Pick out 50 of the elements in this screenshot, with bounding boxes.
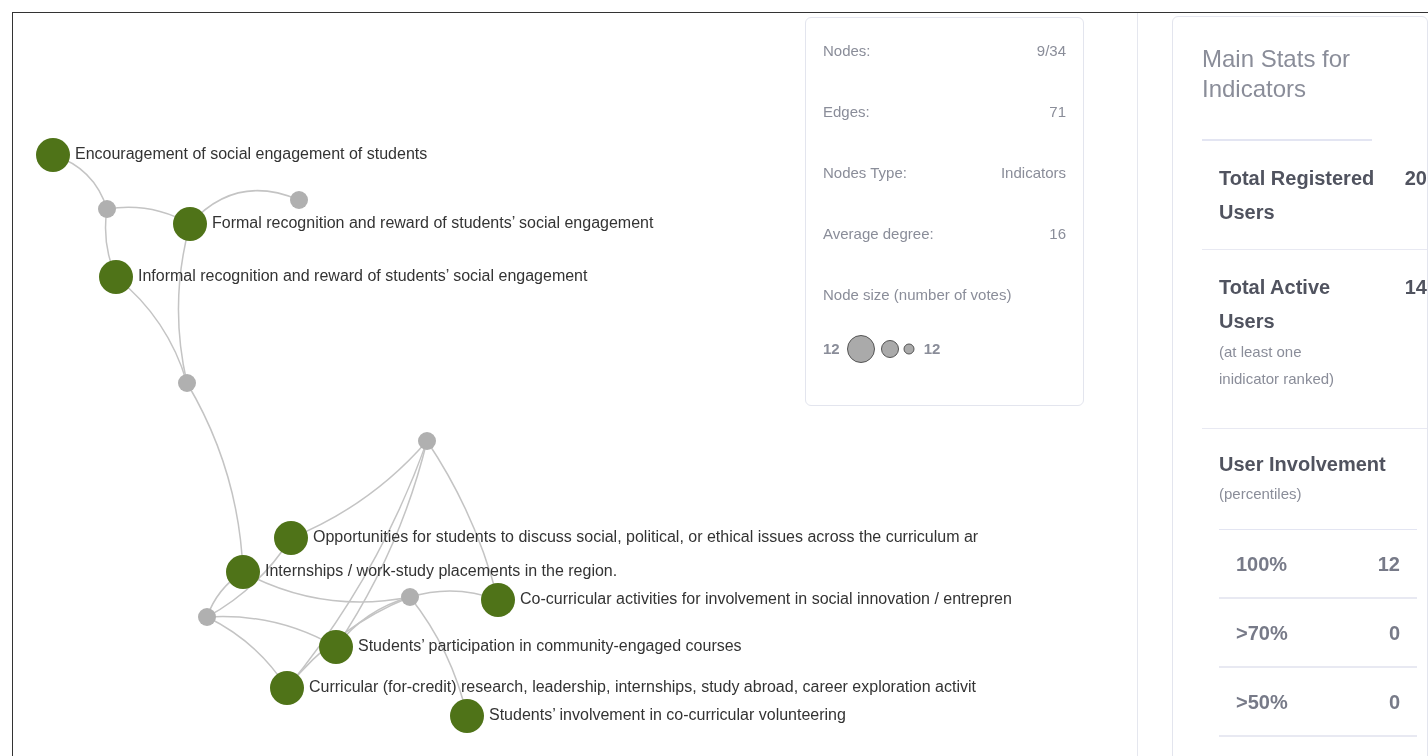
percentile-label: 100%: [1236, 551, 1288, 577]
legend-min: 12: [823, 338, 840, 359]
percentile-label: >70%: [1236, 620, 1288, 646]
info-label: Nodes Type:: [823, 163, 907, 183]
node-label: Encouragement of social engagement of students: [75, 145, 428, 163]
percentile-value: 0: [1388, 620, 1400, 646]
info-value: 9/34: [1036, 41, 1066, 61]
graph-node[interactable]: [274, 521, 308, 555]
percentile-value: 0: [1388, 689, 1400, 715]
info-value: 71: [1049, 102, 1066, 122]
graph-node[interactable]: [450, 699, 484, 733]
junction-node: [98, 200, 116, 218]
node-label: Students’ participation in community-engaged courses: [358, 637, 742, 655]
legend-max: 12: [923, 338, 941, 359]
graph-node[interactable]: [36, 138, 70, 172]
stat-label: Total Registered Users: [1219, 166, 1376, 225]
info-value: 16: [1049, 224, 1066, 244]
graph-node[interactable]: [270, 671, 304, 705]
junction-node: [418, 432, 436, 450]
stat-label: Total Active Users: [1219, 275, 1332, 334]
graph-node[interactable]: [226, 555, 260, 589]
info-value: Indicators: [1000, 163, 1066, 183]
panel-title: Main Stats for Indicators: [1202, 44, 1372, 141]
graph-node[interactable]: [173, 207, 207, 241]
node-label: Informal recognition and reward of students’ social engagement: [138, 267, 588, 285]
junction-node: [178, 374, 196, 392]
node-label: Formal recognition and reward of students’ social engagement: [212, 214, 654, 232]
stat-note: (at least one inidicator ranked): [1219, 342, 1336, 389]
section-title: User Involvement: [1219, 452, 1386, 477]
node-label: Co-curricular activities for involvement in social innovation / entrepren: [520, 590, 1012, 608]
node-label: Opportunities for students to discuss social, political, or ethical issues across the curriculum ar: [313, 528, 979, 546]
node-label: Internships / work-study placements in the region.: [265, 562, 618, 580]
percentile-label: >50%: [1236, 689, 1288, 715]
junction-node: [290, 191, 308, 209]
info-label: Edges:: [823, 102, 870, 122]
info-label: Average degree:: [823, 224, 934, 244]
junction-node: [401, 588, 419, 606]
node-label: Students’ involvement in co-curricular volunteering: [489, 706, 846, 724]
junction-node: [198, 608, 216, 626]
info-label: Nodes:: [823, 41, 871, 61]
graph-node[interactable]: [99, 260, 133, 294]
percentile-value: 12: [1377, 551, 1400, 577]
legend-title: Node size (number of votes): [823, 285, 1013, 305]
node-size-icon: [845, 334, 918, 364]
section-note: (percentiles): [1219, 484, 1302, 504]
node-label: Curricular (for-credit) research, leadership, internships, study abroad, career exploration activit: [309, 678, 976, 696]
stat-value: 20: [1404, 166, 1427, 191]
graph-node[interactable]: [319, 630, 353, 664]
stat-value: 14: [1404, 275, 1427, 300]
graph-node[interactable]: [481, 583, 515, 617]
